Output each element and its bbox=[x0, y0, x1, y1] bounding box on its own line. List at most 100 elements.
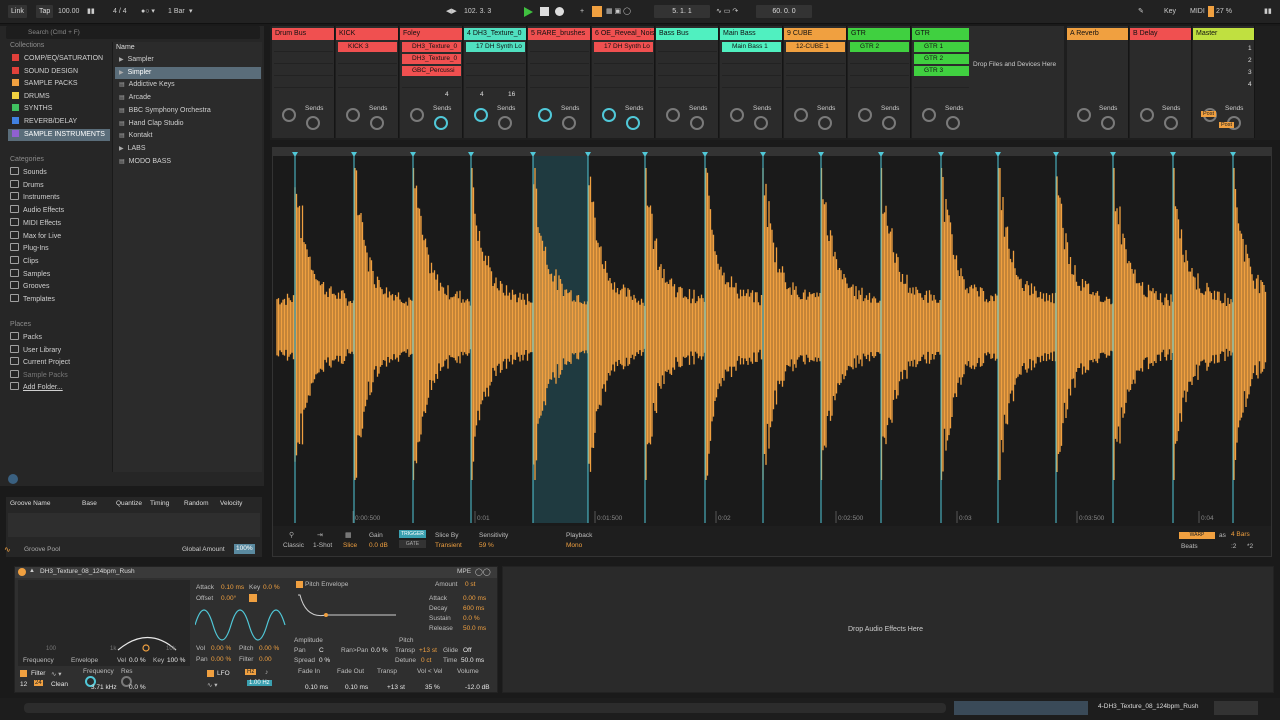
scene-number[interactable]: 1 bbox=[1248, 45, 1252, 52]
loop-controls-icon[interactable]: ▦ ▣ ◯ bbox=[606, 5, 631, 18]
clip-slot[interactable]: DH3_Texture_0 bbox=[402, 54, 461, 64]
pencil-icon[interactable]: ✎ bbox=[1138, 5, 1144, 18]
send-a-knob[interactable] bbox=[1077, 108, 1091, 122]
key-value[interactable]: 0.0 % bbox=[263, 584, 280, 591]
empty-clip-slot[interactable] bbox=[850, 78, 909, 88]
time-signature[interactable]: 4 / 4 bbox=[113, 5, 127, 18]
fade-out-value[interactable]: 0.10 ms bbox=[345, 684, 368, 691]
collection-item[interactable]: COMP/EQ/SATURATION bbox=[8, 53, 110, 65]
send-a-knob[interactable] bbox=[474, 108, 488, 122]
category-item[interactable]: Max for Live bbox=[10, 230, 61, 243]
empty-clip-slot[interactable] bbox=[402, 78, 461, 88]
device-title-bar[interactable]: ▲ DH3_Texture_08_124bpm_Rush MPE ◯◯ bbox=[15, 567, 497, 578]
empty-clip-slot[interactable] bbox=[914, 78, 973, 88]
scene-number[interactable]: 2 bbox=[1248, 57, 1252, 64]
info-icon[interactable] bbox=[8, 474, 18, 484]
lfo-sync-icon[interactable]: ♪ bbox=[265, 669, 268, 676]
offset-value[interactable]: 0.00° bbox=[221, 595, 236, 602]
empty-clip-slot[interactable] bbox=[658, 42, 717, 52]
ranpan-value[interactable]: 0.0 % bbox=[371, 647, 388, 654]
place-item[interactable]: Add Folder... bbox=[10, 382, 63, 394]
playback-menu[interactable]: Mono bbox=[566, 542, 582, 549]
sensitivity-value[interactable]: 59 % bbox=[479, 542, 494, 549]
empty-clip-slot[interactable] bbox=[274, 66, 333, 76]
play-icon[interactable] bbox=[524, 7, 533, 17]
browser-name-item[interactable]: ▶ Simpler bbox=[115, 66, 261, 79]
send-b-knob[interactable] bbox=[1164, 116, 1178, 130]
empty-clip-slot[interactable] bbox=[530, 42, 589, 52]
clip-slot[interactable]: GTR 3 bbox=[914, 66, 973, 76]
clip-slot[interactable]: GTR 1 bbox=[914, 42, 973, 52]
track-header[interactable]: GTR bbox=[848, 28, 910, 40]
empty-clip-slot[interactable] bbox=[786, 66, 845, 76]
empty-clip-slot[interactable] bbox=[466, 54, 525, 64]
empty-clip-slot[interactable] bbox=[274, 54, 333, 64]
clip-overview[interactable] bbox=[954, 701, 1088, 715]
category-item[interactable]: Drums bbox=[10, 179, 44, 192]
stop-icon[interactable] bbox=[540, 7, 549, 16]
record-icon[interactable] bbox=[555, 7, 564, 16]
browser-name-item[interactable]: ▤ Addictive Keys bbox=[115, 79, 261, 91]
send-a-knob[interactable] bbox=[730, 108, 744, 122]
track-header[interactable]: 6 OE_Reveal_Nois bbox=[592, 28, 654, 40]
bars-field[interactable]: 4 Bars bbox=[1231, 531, 1250, 538]
loop-length-field[interactable]: 60. 0. 0 bbox=[756, 5, 812, 18]
groove-column-header[interactable]: Groove Name bbox=[10, 500, 50, 507]
lfo-rate-value[interactable]: 1.00 Hz bbox=[247, 680, 272, 686]
global-amount-field[interactable]: 100% bbox=[234, 544, 255, 554]
empty-clip-slot[interactable] bbox=[658, 54, 717, 64]
lfo-toggle[interactable] bbox=[207, 670, 214, 677]
place-item[interactable]: User Library bbox=[10, 344, 61, 357]
lfo-pitch-value[interactable]: 0.00 % bbox=[259, 645, 279, 652]
filter-type-icon[interactable]: ∿ ▾ bbox=[51, 670, 62, 678]
slope-24[interactable]: 24 bbox=[34, 680, 43, 686]
draw-mode-icons[interactable]: ∿ ▭ ↷ bbox=[716, 5, 738, 18]
groove-column-header[interactable]: Timing bbox=[150, 500, 169, 507]
transp2-value[interactable]: +13 st bbox=[387, 684, 405, 691]
collection-item[interactable]: SAMPLE PACKS bbox=[8, 78, 110, 90]
device-on-icon[interactable] bbox=[18, 568, 26, 576]
waveform-display[interactable]: 0:00:500 0:01 0:01:500 0:02 0:02:500 0:03 0:03… bbox=[273, 148, 1271, 523]
empty-clip-slot[interactable] bbox=[530, 66, 589, 76]
classic-icon[interactable]: ⚲ bbox=[289, 531, 294, 539]
track-header[interactable]: 4 DH3_Texture_0 bbox=[464, 28, 526, 40]
name-column-header[interactable]: Name bbox=[116, 44, 135, 51]
slice-by-menu[interactable]: Transient bbox=[435, 542, 462, 549]
frequency-toggle[interactable]: Frequency bbox=[23, 657, 54, 664]
scene-number[interactable]: 3 bbox=[1248, 69, 1252, 76]
send-a-knob[interactable] bbox=[922, 108, 936, 122]
empty-clip-slot[interactable] bbox=[722, 78, 781, 88]
glide-value[interactable]: Off bbox=[463, 647, 472, 654]
release-value[interactable]: 50.0 ms bbox=[463, 625, 486, 632]
transp-value[interactable]: +13 st bbox=[419, 647, 437, 654]
send-a-knob[interactable] bbox=[346, 108, 360, 122]
empty-clip-slot[interactable] bbox=[594, 78, 653, 88]
place-item[interactable]: Sample Packs bbox=[10, 369, 68, 382]
lfo-hz-toggle[interactable]: Hz bbox=[245, 669, 257, 675]
clip-slot[interactable]: Main Bass 1 bbox=[722, 42, 781, 52]
track-header[interactable]: 9 CUBE bbox=[784, 28, 846, 40]
groove-column-header[interactable]: Random bbox=[184, 500, 209, 507]
warp-mode-menu[interactable]: Beats bbox=[1181, 543, 1198, 550]
empty-clip-slot[interactable] bbox=[722, 54, 781, 64]
clip-slot[interactable]: 17 DH Synth Lo bbox=[594, 42, 653, 52]
spread-value[interactable]: 0 % bbox=[319, 657, 330, 664]
place-item[interactable]: Packs bbox=[10, 332, 42, 344]
track-header[interactable]: GTR bbox=[912, 28, 974, 40]
slope-12[interactable]: 12 bbox=[20, 681, 27, 688]
amp-pan-value[interactable]: C bbox=[319, 647, 324, 654]
browser-name-item[interactable]: ▤ BBC Symphony Orchestra bbox=[115, 105, 261, 117]
return-header[interactable]: Master bbox=[1193, 28, 1254, 40]
detune-value[interactable]: 0 ct bbox=[421, 657, 431, 664]
empty-clip-slot[interactable] bbox=[594, 54, 653, 64]
one-shot-icon[interactable]: ⇥ bbox=[317, 531, 323, 539]
clip-slot[interactable]: GTR 2 bbox=[914, 54, 973, 64]
empty-clip-slot[interactable] bbox=[850, 54, 909, 64]
keytrack-value[interactable]: 100 % bbox=[167, 657, 185, 664]
send-a-knob[interactable] bbox=[410, 108, 424, 122]
browser-name-item[interactable]: ▤ Arcade bbox=[115, 92, 261, 104]
send-b-knob[interactable] bbox=[754, 116, 768, 130]
clip-slot[interactable]: 17 DH Synth Lo bbox=[466, 42, 525, 52]
empty-clip-slot[interactable] bbox=[530, 54, 589, 64]
midi-map-button[interactable]: MIDI bbox=[1190, 5, 1205, 18]
